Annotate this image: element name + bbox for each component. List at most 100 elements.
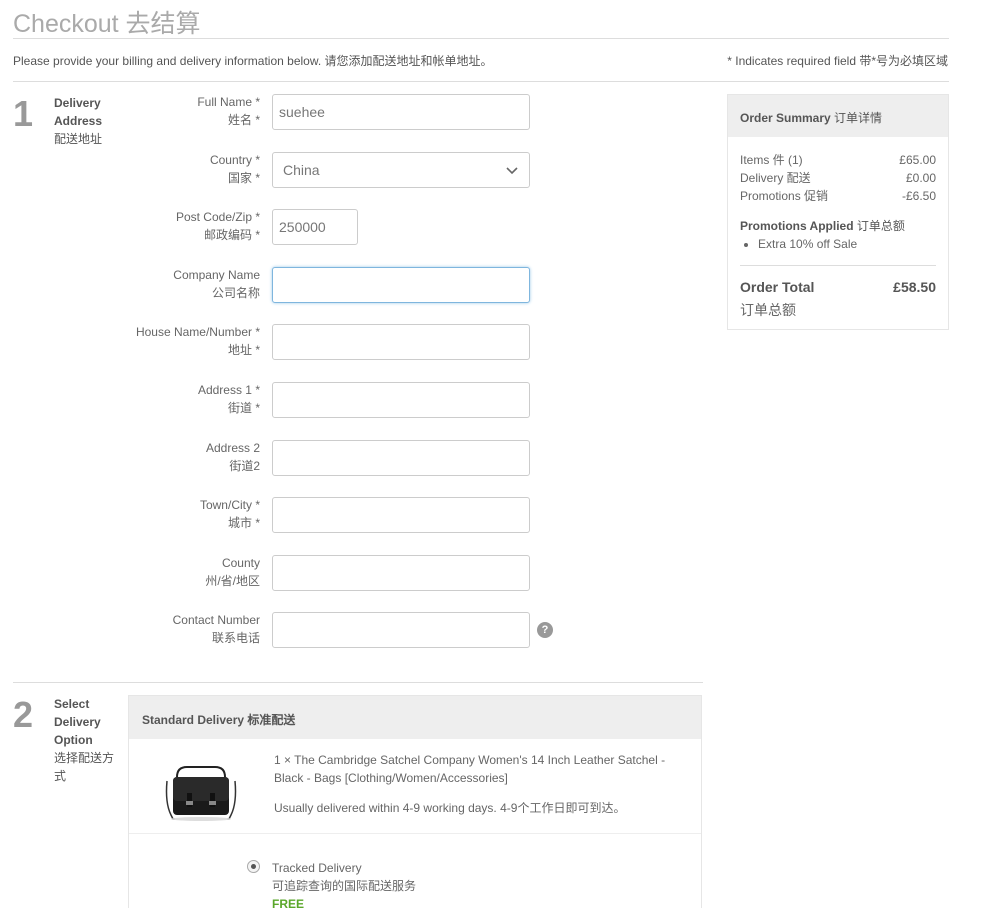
label-en: Address 2 bbox=[205, 441, 260, 455]
label-zh: 街道2 bbox=[229, 459, 260, 473]
company-name-input[interactable] bbox=[272, 267, 530, 303]
promotions-applied-en: Promotions Applied bbox=[740, 219, 854, 233]
promotions-list: Extra 10% off Sale bbox=[758, 235, 936, 253]
product-row: 1 × The Cambridge Satchel Company Women'… bbox=[129, 739, 701, 834]
form-row-address2: Address 2 街道2 bbox=[120, 440, 580, 476]
order-total-value: £58.50 bbox=[893, 279, 936, 295]
house-label: House Name/Number * 地址 * bbox=[120, 323, 260, 359]
step-label-delivery-address: Delivery Address 配送地址 bbox=[54, 94, 124, 148]
delivery-eta: Usually delivered within 4-9 working day… bbox=[274, 801, 626, 815]
delivery-label: Delivery 配送 bbox=[740, 171, 811, 185]
form-row-country: Country * 国家 * China bbox=[120, 152, 580, 188]
satchel-product-image bbox=[165, 766, 237, 821]
tracked-delivery-option[interactable]: Tracked Delivery 可追踪查询的国际配送服务 FREE bbox=[129, 834, 701, 908]
label-zh: 街道 * bbox=[227, 401, 260, 415]
order-summary-title: Order Summary bbox=[740, 111, 831, 125]
form-row-postcode: Post Code/Zip * 邮政编码 * bbox=[120, 209, 580, 245]
step-label-zh: 配送地址 bbox=[54, 132, 103, 146]
contact-number-input[interactable] bbox=[272, 612, 530, 648]
full-name-input[interactable] bbox=[272, 94, 530, 130]
label-zh: 国家 * bbox=[227, 171, 260, 185]
divider bbox=[13, 81, 949, 82]
label-zh: 姓名 * bbox=[227, 113, 260, 127]
house-number-input[interactable] bbox=[272, 324, 530, 360]
page-title: Checkout 去结算 bbox=[13, 10, 201, 38]
address1-input[interactable] bbox=[272, 382, 530, 418]
option-price: FREE bbox=[272, 897, 305, 908]
step-label-en: Delivery bbox=[54, 715, 101, 729]
step-label-en: Address bbox=[54, 114, 103, 128]
label-zh: 公司名称 bbox=[211, 286, 260, 300]
form-row-county: County 州/省/地区 bbox=[120, 555, 580, 591]
delivery-option-panel: Standard Delivery 标准配送 1 × The Cambridge… bbox=[128, 695, 702, 908]
postcode-input[interactable] bbox=[272, 209, 358, 245]
address1-label: Address 1 * 街道 * bbox=[120, 381, 260, 417]
address2-input[interactable] bbox=[272, 440, 530, 476]
step-label-delivery-option: Select Delivery Option 选择配送方式 bbox=[54, 695, 120, 785]
promotions-applied-zh: 订单总额 bbox=[856, 219, 905, 233]
label-en: Post Code/Zip * bbox=[175, 210, 260, 224]
divider bbox=[740, 265, 936, 266]
tracked-delivery-radio[interactable] bbox=[247, 860, 260, 873]
step-number-2: 2 bbox=[13, 694, 34, 735]
town-city-input[interactable] bbox=[272, 497, 530, 533]
contact-label: Contact Number 联系电话 bbox=[120, 611, 260, 647]
label-en: Address 1 * bbox=[197, 383, 260, 397]
intro-text: Please provide your billing and delivery… bbox=[13, 54, 493, 68]
country-selected-value: China bbox=[283, 162, 320, 178]
label-en: County bbox=[221, 556, 260, 570]
county-label: County 州/省/地区 bbox=[120, 554, 260, 590]
country-label: Country * 国家 * bbox=[120, 151, 260, 187]
promotion-item: Extra 10% off Sale bbox=[758, 235, 936, 253]
form-row-house: House Name/Number * 地址 * bbox=[120, 324, 580, 360]
label-zh: 州/省/地区 bbox=[205, 574, 260, 588]
order-summary-body: Items 件 (1) £65.00 Delivery 配送 £0.00 Pro… bbox=[728, 137, 948, 320]
label-zh: 城市 * bbox=[227, 516, 260, 530]
form-row-town: Town/City * 城市 * bbox=[120, 497, 580, 533]
order-total-zh: 订单总额 bbox=[740, 302, 796, 318]
label-en: Full Name * bbox=[197, 95, 260, 109]
full-name-label: Full Name * 姓名 * bbox=[120, 93, 260, 129]
county-input[interactable] bbox=[272, 555, 530, 591]
items-value: £65.00 bbox=[899, 153, 936, 167]
promotions-applied-title: Promotions Applied 订单总额 bbox=[740, 217, 936, 235]
order-summary-panel: Order Summary 订单详情 Items 件 (1) £65.00 De… bbox=[727, 94, 949, 330]
postcode-label: Post Code/Zip * 邮政编码 * bbox=[120, 208, 260, 244]
step-number-1: 1 bbox=[13, 93, 34, 134]
order-summary-header: Order Summary 订单详情 bbox=[728, 95, 948, 137]
required-field-note: * Indicates required field 带*号为必填区域 bbox=[727, 54, 948, 68]
chevron-down-icon bbox=[506, 167, 518, 175]
form-row-full-name: Full Name * 姓名 * bbox=[120, 94, 580, 130]
order-total-label: Order Total bbox=[740, 279, 815, 295]
order-total-line: Order Total £58.50 bbox=[740, 278, 936, 296]
label-en: House Name/Number * bbox=[135, 325, 260, 339]
delivery-value: £0.00 bbox=[905, 171, 936, 185]
items-label: Items 件 (1) bbox=[740, 153, 803, 167]
label-en: Company Name bbox=[173, 268, 260, 282]
order-summary-title-zh: 订单详情 bbox=[834, 111, 883, 125]
summary-delivery-line: Delivery 配送 £0.00 bbox=[740, 169, 936, 187]
label-en: Contact Number bbox=[172, 613, 260, 627]
company-label: Company Name 公司名称 bbox=[120, 266, 260, 302]
divider bbox=[13, 682, 703, 683]
option-label-en: Tracked Delivery bbox=[272, 861, 362, 875]
option-label-zh: 可追踪查询的国际配送服务 bbox=[272, 879, 417, 893]
summary-promotions-line: Promotions 促销 -£6.50 bbox=[740, 187, 936, 205]
label-zh: 联系电话 bbox=[211, 631, 260, 645]
summary-items-line: Items 件 (1) £65.00 bbox=[740, 151, 936, 169]
label-en: Country * bbox=[209, 153, 260, 167]
delivery-option-text: Tracked Delivery 可追踪查询的国际配送服务 FREE bbox=[272, 859, 416, 908]
country-select[interactable]: China bbox=[272, 152, 530, 188]
step-label-en: Option bbox=[54, 733, 93, 747]
delivery-method-header: Standard Delivery 标准配送 bbox=[129, 696, 701, 739]
address2-label: Address 2 街道2 bbox=[120, 439, 260, 475]
label-en: Town/City * bbox=[199, 498, 260, 512]
label-zh: 邮政编码 * bbox=[203, 228, 260, 242]
promotions-label: Promotions 促销 bbox=[740, 189, 829, 203]
help-icon[interactable]: ? bbox=[537, 622, 553, 638]
divider bbox=[13, 38, 949, 39]
step-label-zh: 选择配送方式 bbox=[54, 751, 115, 783]
product-name: 1 × The Cambridge Satchel Company Women'… bbox=[274, 753, 666, 785]
town-label: Town/City * 城市 * bbox=[120, 496, 260, 532]
step-label-en: Select bbox=[54, 697, 90, 711]
